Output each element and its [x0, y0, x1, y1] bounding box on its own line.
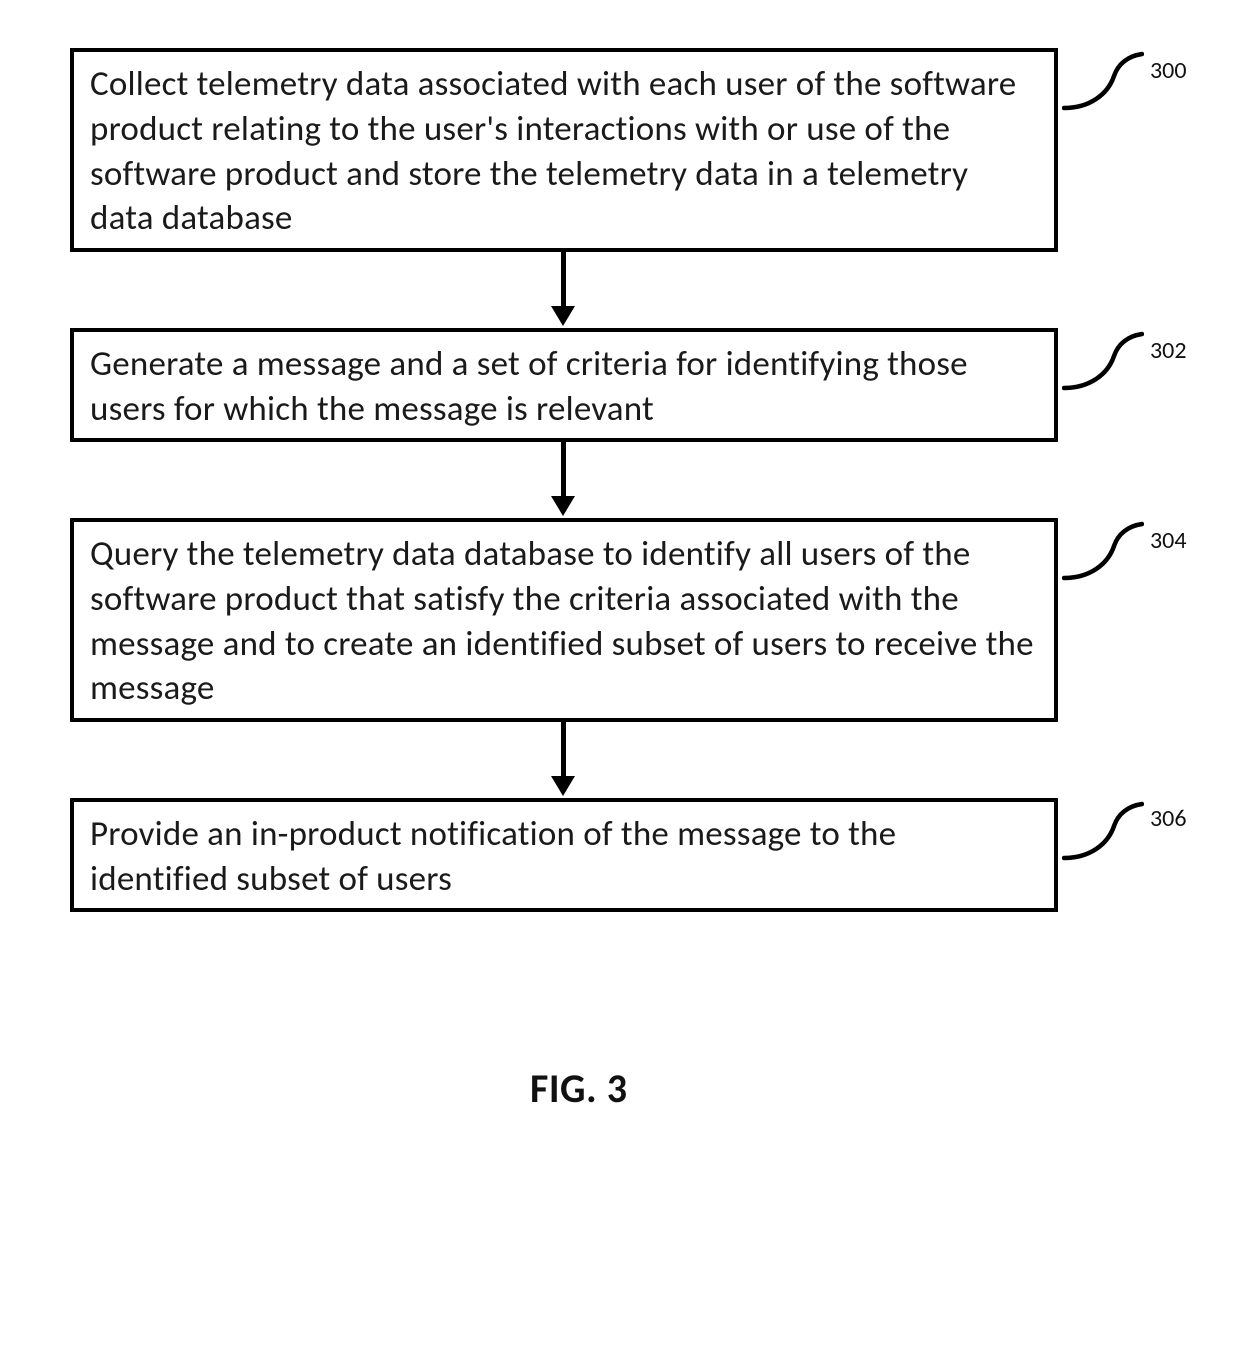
callout-302	[1062, 330, 1144, 394]
step-box-302: Generate a message and a set of criteria…	[70, 328, 1058, 442]
arrow-3-line	[561, 722, 566, 778]
arrow-2-head	[551, 496, 575, 516]
ref-label-300: 300	[1150, 56, 1187, 85]
arrow-1-line	[561, 252, 566, 308]
callout-300	[1062, 50, 1144, 114]
step-text-304: Query the telemetry data database to ide…	[90, 533, 1034, 709]
step-box-306: Provide an in-product notification of th…	[70, 798, 1058, 912]
callout-306	[1062, 800, 1144, 864]
arrow-3-head	[551, 776, 575, 796]
figure-caption: FIG. 3	[530, 1064, 628, 1113]
callout-304	[1062, 520, 1144, 584]
flowchart-canvas: Collect telemetry data associated with e…	[0, 0, 1240, 1362]
arrow-1-head	[551, 306, 575, 326]
step-box-300: Collect telemetry data associated with e…	[70, 48, 1058, 252]
step-box-304: Query the telemetry data database to ide…	[70, 518, 1058, 722]
ref-label-302: 302	[1150, 336, 1187, 365]
step-text-300: Collect telemetry data associated with e…	[90, 63, 1016, 239]
ref-label-306: 306	[1150, 804, 1187, 833]
arrow-2-line	[561, 442, 566, 498]
ref-label-304: 304	[1150, 526, 1187, 555]
step-text-302: Generate a message and a set of criteria…	[90, 343, 968, 430]
step-text-306: Provide an in-product notification of th…	[90, 813, 896, 900]
